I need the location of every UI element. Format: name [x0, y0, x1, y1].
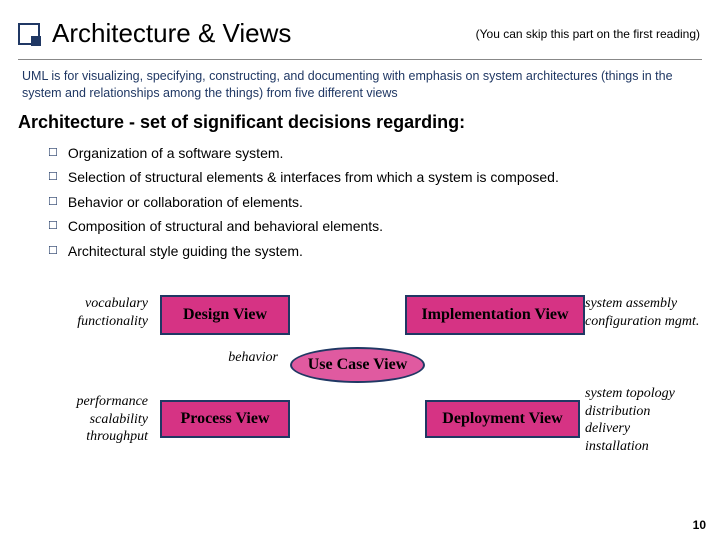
- usecase-view-box: Use Case View: [290, 347, 425, 383]
- uml-description: UML is for visualizing, specifying, cons…: [22, 68, 698, 102]
- label-assembly: system assemblyconfiguration mgmt.: [585, 295, 715, 330]
- list-item-text: Behavior or collaboration of elements.: [68, 194, 303, 210]
- design-view-box: Design View: [160, 295, 290, 335]
- list-item: Behavior or collaboration of elements.: [48, 190, 720, 215]
- label-vocabulary: vocabularyfunctionality: [48, 295, 148, 330]
- page-number: 10: [693, 518, 706, 532]
- divider: [18, 59, 702, 60]
- title-bullet-icon: [18, 23, 40, 45]
- views-diagram: vocabularyfunctionality Design View Impl…: [0, 285, 720, 505]
- skip-note: (You can skip this part on the first rea…: [476, 27, 700, 41]
- deployment-view-box: Deployment View: [425, 400, 580, 438]
- process-view-box: Process View: [160, 400, 290, 438]
- architecture-heading: Architecture - set of significant decisi…: [18, 112, 720, 133]
- title-bar: Architecture & Views (You can skip this …: [0, 0, 720, 59]
- list-item: Selection of structural elements & inter…: [48, 165, 720, 190]
- list-item: Architectural style guiding the system.: [48, 239, 720, 264]
- list-item-text: Organization of a software system.: [68, 145, 284, 161]
- list-item-text: Composition of structural and behavioral…: [68, 218, 383, 234]
- list-item-text: Selection of structural elements & inter…: [68, 169, 559, 185]
- list-item: Organization of a software system.: [48, 141, 720, 166]
- list-item: Composition of structural and behavioral…: [48, 214, 720, 239]
- decision-list: Organization of a software system. Selec…: [48, 141, 720, 264]
- page-title: Architecture & Views: [52, 18, 476, 49]
- label-performance: performancescalabilitythroughput: [48, 393, 148, 446]
- label-topology: system topologydistributiondeliveryinsta…: [585, 385, 715, 455]
- implementation-view-box: Implementation View: [405, 295, 585, 335]
- list-item-text: Architectural style guiding the system.: [68, 243, 303, 259]
- label-behavior: behavior: [218, 349, 278, 367]
